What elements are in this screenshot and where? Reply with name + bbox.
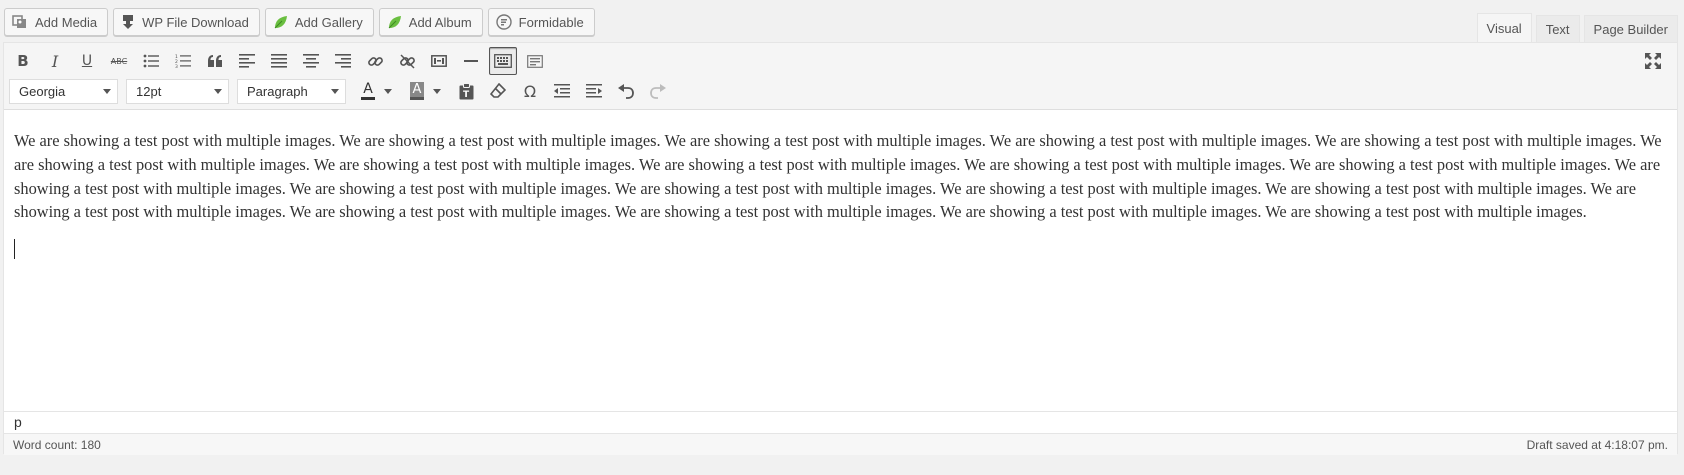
background-color-button[interactable]: A xyxy=(403,77,446,105)
remove-link-button[interactable] xyxy=(393,47,421,75)
chevron-down-icon xyxy=(331,88,339,94)
bold-button[interactable]: B xyxy=(9,47,37,75)
add-album-button[interactable]: Add Album xyxy=(378,8,483,36)
align-center-button[interactable] xyxy=(297,47,325,75)
add-media-label: Add Media xyxy=(35,14,98,30)
svg-text:T: T xyxy=(463,90,470,100)
tab-page-builder[interactable]: Page Builder xyxy=(1583,15,1678,43)
font-size-select[interactable]: 12pt xyxy=(126,78,229,104)
insert-more-button[interactable] xyxy=(425,47,453,75)
toolbar-row-1: B I U ABC 123 xyxy=(9,47,553,75)
svg-text:3: 3 xyxy=(175,64,178,68)
horizontal-line-icon xyxy=(464,59,478,63)
clear-formatting-button[interactable] xyxy=(484,77,512,105)
chevron-down-icon xyxy=(214,88,222,94)
align-justify-button[interactable] xyxy=(265,47,293,75)
page-break-icon xyxy=(527,54,543,68)
add-gallery-button[interactable]: Add Gallery xyxy=(264,8,374,36)
blockquote-button[interactable] xyxy=(201,47,229,75)
content-paragraph: We are showing a test post with multiple… xyxy=(14,131,1662,222)
page-break-button[interactable] xyxy=(521,47,549,75)
underline-icon: U xyxy=(81,53,93,69)
formidable-label: Formidable xyxy=(518,14,584,30)
word-count: Word count: 180 xyxy=(13,437,101,452)
outdent-icon xyxy=(554,84,570,98)
chevron-down-icon xyxy=(384,88,392,94)
blockquote-icon xyxy=(207,55,223,67)
align-center-icon xyxy=(303,54,319,68)
editor-toolbar: B I U ABC 123 Georgia 12pt Paragraph A A… xyxy=(4,43,1677,110)
align-justify-icon xyxy=(271,54,287,68)
italic-icon: I xyxy=(51,51,59,71)
indent-button[interactable] xyxy=(580,77,608,105)
background-color-icon: A xyxy=(403,77,431,105)
insert-link-button[interactable] xyxy=(361,47,389,75)
align-left-icon xyxy=(239,54,255,68)
text-cursor xyxy=(14,239,15,260)
editor-tabs: Visual Text Page Builder xyxy=(1476,13,1678,43)
redo-icon xyxy=(650,83,666,99)
special-character-icon: Ω xyxy=(523,81,537,101)
font-family-value: Georgia xyxy=(19,83,66,99)
block-format-select[interactable]: Paragraph xyxy=(237,78,346,104)
undo-icon xyxy=(618,83,634,99)
leaf-icon xyxy=(387,15,402,30)
fullscreen-button[interactable] xyxy=(1639,47,1667,75)
paste-text-button[interactable]: T xyxy=(452,77,480,105)
numbered-list-button[interactable]: 123 xyxy=(169,47,197,75)
remove-link-icon xyxy=(399,53,416,70)
draft-saved-status: Draft saved at 4:18:07 pm. xyxy=(1526,437,1668,452)
text-color-icon: A xyxy=(354,77,382,105)
font-family-select[interactable]: Georgia xyxy=(9,78,118,104)
align-right-button[interactable] xyxy=(329,47,357,75)
redo-button[interactable] xyxy=(644,77,672,105)
bullet-list-icon xyxy=(143,54,159,68)
align-right-icon xyxy=(335,54,351,68)
formidable-button[interactable]: Formidable xyxy=(487,8,595,36)
toolbar-toggle-icon xyxy=(494,54,512,68)
element-path-item[interactable]: p xyxy=(14,414,22,430)
bullet-list-button[interactable] xyxy=(137,47,165,75)
chevron-down-icon xyxy=(433,88,441,94)
insert-link-icon xyxy=(367,53,384,70)
numbered-list-icon: 123 xyxy=(175,54,191,68)
font-size-value: 12pt xyxy=(136,83,162,99)
block-format-value: Paragraph xyxy=(247,83,308,99)
insert-more-icon xyxy=(431,55,447,67)
editor-content[interactable]: We are showing a test post with multiple… xyxy=(4,111,1677,411)
toolbar-toggle-button[interactable] xyxy=(489,47,517,75)
add-media-icon xyxy=(12,14,28,30)
horizontal-line-button[interactable] xyxy=(457,47,485,75)
element-path: p xyxy=(4,411,1677,433)
special-character-button[interactable]: Ω xyxy=(516,77,544,105)
file-download-icon xyxy=(121,14,135,30)
italic-button[interactable]: I xyxy=(41,47,69,75)
strikethrough-button[interactable]: ABC xyxy=(105,47,133,75)
undo-button[interactable] xyxy=(612,77,640,105)
add-media-button[interactable]: Add Media xyxy=(4,8,109,36)
toolbar-row-2: Georgia 12pt Paragraph A A T Ω xyxy=(9,77,676,105)
outdent-button[interactable] xyxy=(548,77,576,105)
align-left-button[interactable] xyxy=(233,47,261,75)
wp-file-download-label: WP File Download xyxy=(142,14,249,30)
fullscreen-icon xyxy=(1645,53,1661,69)
editor: B I U ABC 123 Georgia 12pt Paragraph A A… xyxy=(3,42,1678,455)
status-bar: Word count: 180 Draft saved at 4:18:07 p… xyxy=(4,433,1677,455)
add-gallery-label: Add Gallery xyxy=(294,14,363,30)
leaf-icon xyxy=(273,15,288,30)
chevron-down-icon xyxy=(103,88,111,94)
paste-text-icon: T xyxy=(459,82,474,100)
tab-text[interactable]: Text xyxy=(1535,15,1580,43)
text-color-button[interactable]: A xyxy=(354,77,397,105)
add-album-label: Add Album xyxy=(408,14,472,30)
clear-formatting-icon xyxy=(490,83,506,99)
indent-icon xyxy=(586,84,602,98)
formidable-icon xyxy=(495,14,512,30)
underline-button[interactable]: U xyxy=(73,47,101,75)
wp-file-download-button[interactable]: WP File Download xyxy=(113,8,260,36)
media-buttons: Add Media WP File Download Add Gallery A… xyxy=(4,8,595,38)
strikethrough-icon: ABC xyxy=(110,56,128,66)
tab-visual[interactable]: Visual xyxy=(1476,13,1532,43)
bold-icon: B xyxy=(17,52,29,70)
